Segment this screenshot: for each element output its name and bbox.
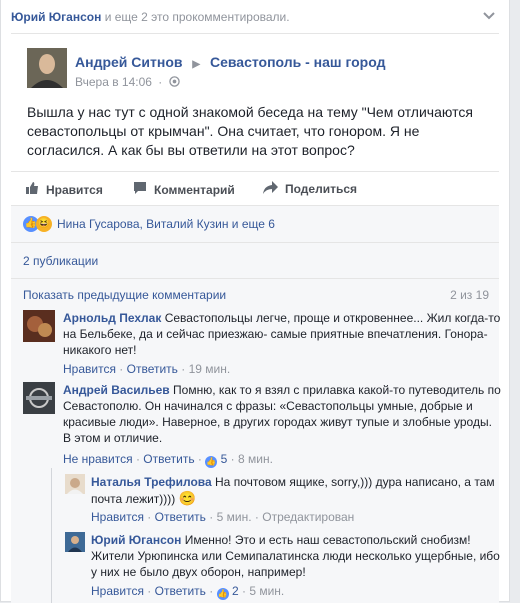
comment-reply-link[interactable]: Ответить [143,452,194,466]
comment: Андрей Васильев Помню, как то я взял с п… [63,382,503,446]
reply-like-link[interactable]: Нравится [91,584,144,598]
comment-button[interactable]: Комментарий [133,181,235,198]
divider [11,33,499,34]
divider [11,278,499,279]
like-count-icon: 👍 [216,588,229,600]
post-time[interactable]: Вчера в 14:06 [75,75,152,89]
edited-label[interactable]: Отредактирован [262,510,354,524]
reply-thread-line [51,468,52,603]
replier-avatar[interactable] [65,532,85,552]
triangle-right-icon: ▶ [192,59,201,70]
like-count-icon: 👍 [205,456,218,468]
share-arrow-icon [263,181,278,197]
replier-avatar[interactable] [65,474,85,494]
comments-section: 👍 😆 Нина Гусарова, Виталий Кузин и еще 6… [11,205,501,603]
comment-like-link[interactable]: Нравится [63,362,116,376]
reply-like-link[interactable]: Нравится [91,510,144,524]
activity-names[interactable]: Юрий Югансон [11,10,101,24]
share-button[interactable]: Поделиться [263,181,357,197]
reactions-summary[interactable]: 👍 😆 Нина Гусарова, Виталий Кузин и еще 6 [23,216,275,232]
reply-like-count[interactable]: 2 [232,584,239,598]
haha-reaction-icon: 😆 [36,216,52,232]
comment-time[interactable]: 19 мин. [189,362,231,376]
post-card: Юрий Югансон и еще 2 это прокомментирова… [0,0,510,603]
reply-reply-link[interactable]: Ответить [155,584,206,598]
post-text: Вышла у нас тут с одной знакомой беседа … [27,104,473,158]
reply-time[interactable]: 5 мин. [217,510,252,524]
thumbs-up-icon [25,181,39,198]
comment-reply-link[interactable]: Ответить [127,362,178,376]
smile-emoji-icon: 😊 [178,490,197,506]
reaction-names[interactable]: Нина Гусарова, Виталий Кузин и еще 6 [57,217,275,231]
divider [11,242,499,243]
commenter-avatar[interactable] [23,310,55,342]
comment: Арнольд Пехлак Севастопольцы легче, прощ… [63,310,503,358]
reply-reply-link[interactable]: Ответить [155,510,206,524]
comment-actions: Не нравится · Ответить · 👍 5 · 8 мин. [63,452,273,468]
post-meta: Вчера в 14:06 · [75,75,180,89]
post-author[interactable]: Андрей Ситнов [75,54,182,70]
activity-text: и еще 2 это прокомментировали. [104,10,290,24]
comment-actions: Нравится · Ответить · 19 мин. [63,362,231,376]
comment-time[interactable]: 8 мин. [238,452,273,466]
reply: Юрий Югансон Именно! Это и есть наш сева… [91,532,501,580]
group-privacy-icon [168,75,180,89]
show-previous-comments[interactable]: Показать предыдущие комментарии [23,288,226,302]
comment-like-count[interactable]: 5 [221,452,228,466]
comment-author[interactable]: Арнольд Пехлак [63,311,161,325]
reply-author[interactable]: Наталья Трефилова [91,475,212,489]
post-group[interactable]: Севастополь - наш город [210,54,386,70]
reply: Наталья Трефилова На почтовом ящике, sor… [91,474,501,507]
comment-unlike-link[interactable]: Не нравится [63,452,133,466]
post-author-line: Андрей Ситнов ▶ Севастополь - наш город [75,54,386,70]
chevron-down-icon[interactable] [483,10,495,24]
like-button[interactable]: Нравится [25,181,103,198]
comment-author[interactable]: Андрей Васильев [63,383,170,397]
reply-actions: Нравится · Ответить · 👍 2 · 5 мин. [91,584,285,600]
comment-icon [133,181,147,198]
comment-count: 2 из 19 [450,288,489,302]
commenter-avatar[interactable] [23,382,55,414]
author-avatar[interactable] [27,48,67,88]
activity-header: Юрий Югансон и еще 2 это прокомментирова… [11,10,501,32]
action-bar: Нравится Комментарий Поделиться [11,171,499,206]
reply-actions: Нравится · Ответить · 5 мин. · Отредакти… [91,510,355,524]
reply-time[interactable]: 5 мин. [249,584,284,598]
shares-link[interactable]: 2 публикации [23,254,98,268]
reply-author[interactable]: Юрий Югансон [91,533,181,547]
